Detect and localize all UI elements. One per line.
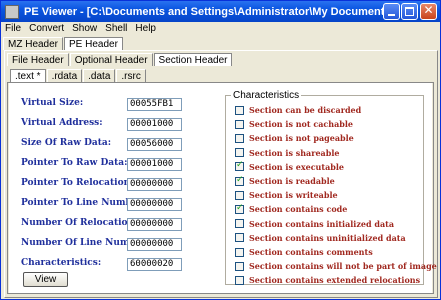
field-label: Virtual Size: (21, 98, 84, 108)
maximize-button[interactable] (401, 3, 418, 20)
menu-convert[interactable]: Convert (25, 22, 68, 35)
field-label: Pointer To Raw Data: (21, 158, 128, 168)
characteristic-label: Section contains initialized data (249, 218, 395, 229)
characteristic-row[interactable]: Section is writeable (235, 190, 338, 200)
characteristic-label: Section is executable (249, 161, 344, 172)
checkbox-checked[interactable] (235, 175, 244, 186)
pointer-to-relocations-field[interactable]: 00000000 (127, 178, 182, 191)
characteristic-label: Section contains uninitialized data (249, 232, 406, 243)
characteristic-row[interactable]: Section contains will not be part of ima… (235, 261, 437, 271)
checkbox-unchecked[interactable] (235, 105, 244, 115)
tab-pe-header[interactable]: PE Header (64, 37, 123, 50)
characteristic-row[interactable]: Section is readable (235, 175, 335, 186)
checkbox-unchecked[interactable] (235, 219, 244, 229)
field-label: Size Of Raw Data: (21, 138, 112, 148)
title-bar[interactable]: PE Viewer - [C:\Documents and Settings\A… (1, 1, 440, 22)
pe-header-tabs: File Header Optional Header Section Head… (7, 53, 233, 66)
characteristic-label: Section is not pageable (249, 133, 354, 144)
characteristic-label: Section is not cachable (249, 119, 354, 130)
window-title: PE Viewer - [C:\Documents and Settings\A… (24, 5, 394, 18)
tab-rsrc-section[interactable]: .rsrc (116, 69, 146, 82)
checkbox-unchecked[interactable] (235, 148, 244, 158)
size-of-raw-data-field[interactable]: 00056000 (127, 138, 182, 151)
number-of-relocations-field[interactable]: 00000000 (127, 218, 182, 231)
characteristic-label: Section can be discarded (249, 105, 362, 115)
field-label: Characteristics: (21, 258, 102, 268)
checkbox-unchecked[interactable] (235, 275, 244, 285)
tab-optional-header[interactable]: Optional Header (69, 53, 153, 66)
characteristic-label: Section is readable (249, 176, 335, 186)
tab-file-header[interactable]: File Header (7, 53, 69, 66)
minimize-icon (388, 14, 395, 16)
characteristics-title: Characteristics (231, 90, 302, 101)
characteristic-row[interactable]: Section is not cachable (235, 119, 353, 129)
main-tabs: MZ Header PE Header (3, 37, 124, 50)
section-tabs: .text * .rdata .data .rsrc (10, 69, 147, 82)
virtual-address-field[interactable]: 00001000 (127, 118, 182, 131)
tab-text-section[interactable]: .text * (10, 69, 46, 82)
tab-section-header[interactable]: Section Header (153, 53, 233, 66)
characteristics-field[interactable]: 60000020 (127, 258, 182, 271)
field-label: Pointer To Line Numbers: (21, 198, 151, 208)
menu-file[interactable]: File (1, 22, 25, 35)
minimize-button[interactable] (383, 3, 400, 20)
close-button[interactable]: ✕ (420, 3, 437, 20)
field-label: Number Of Relocations: (21, 218, 143, 228)
characteristic-row[interactable]: Section contains code (235, 203, 348, 215)
characteristic-label: Section contains code (249, 204, 348, 215)
field-label: Virtual Address: (21, 118, 103, 128)
characteristic-label: Section is writeable (249, 190, 338, 201)
pointer-to-raw-data-field[interactable]: 00001000 (127, 158, 182, 171)
characteristic-label: Section is shareable (249, 147, 340, 158)
characteristic-label: Section contains extended relocations (249, 275, 421, 286)
close-icon: ✕ (423, 3, 434, 17)
menu-bar: File Convert Show Shell Help (1, 22, 440, 35)
app-icon (5, 4, 19, 19)
checkbox-unchecked[interactable] (235, 247, 244, 257)
characteristic-row[interactable]: Section is executable (235, 160, 344, 172)
virtual-size-field[interactable]: 00055FB1 (127, 98, 182, 111)
tab-mz-header[interactable]: MZ Header (3, 37, 64, 50)
characteristic-label: Section contains comments (249, 247, 373, 257)
menu-shell[interactable]: Shell (101, 22, 131, 35)
checkbox-unchecked[interactable] (235, 261, 244, 271)
characteristic-row[interactable]: Section is not pageable (235, 133, 354, 143)
characteristic-label: Section contains will not be part of ima… (249, 261, 437, 272)
tab-data-section[interactable]: .data (83, 69, 116, 82)
characteristic-row[interactable]: Section contains initialized data (235, 219, 394, 229)
menu-show[interactable]: Show (68, 22, 101, 35)
pe-viewer-window: PE Viewer - [C:\Documents and Settings\A… (0, 0, 441, 300)
characteristic-row[interactable]: Section contains extended relocations (235, 275, 420, 285)
checkbox-unchecked[interactable] (235, 233, 244, 243)
checkbox-checked[interactable] (235, 160, 244, 172)
view-button[interactable]: View (23, 272, 68, 287)
maximize-icon (405, 7, 414, 16)
field-label: Pointer To Relocations: (21, 178, 139, 188)
number-of-line-numbers-field[interactable]: 00000000 (127, 238, 182, 251)
checkbox-unchecked[interactable] (235, 133, 244, 143)
characteristic-row[interactable]: Section can be discarded (235, 105, 361, 115)
tab-rdata-section[interactable]: .rdata (46, 69, 83, 82)
checkbox-checked[interactable] (235, 203, 244, 214)
checkbox-unchecked[interactable] (235, 119, 244, 129)
characteristic-row[interactable]: Section contains comments (235, 247, 373, 257)
menu-help[interactable]: Help (131, 22, 160, 35)
checkbox-unchecked[interactable] (235, 190, 244, 200)
pointer-to-line-numbers-field[interactable]: 00000000 (127, 198, 182, 211)
field-label: Number Of Line Numbers: (21, 238, 155, 248)
characteristic-row[interactable]: Section contains uninitialized data (235, 233, 406, 243)
characteristic-row[interactable]: Section is shareable (235, 148, 339, 158)
